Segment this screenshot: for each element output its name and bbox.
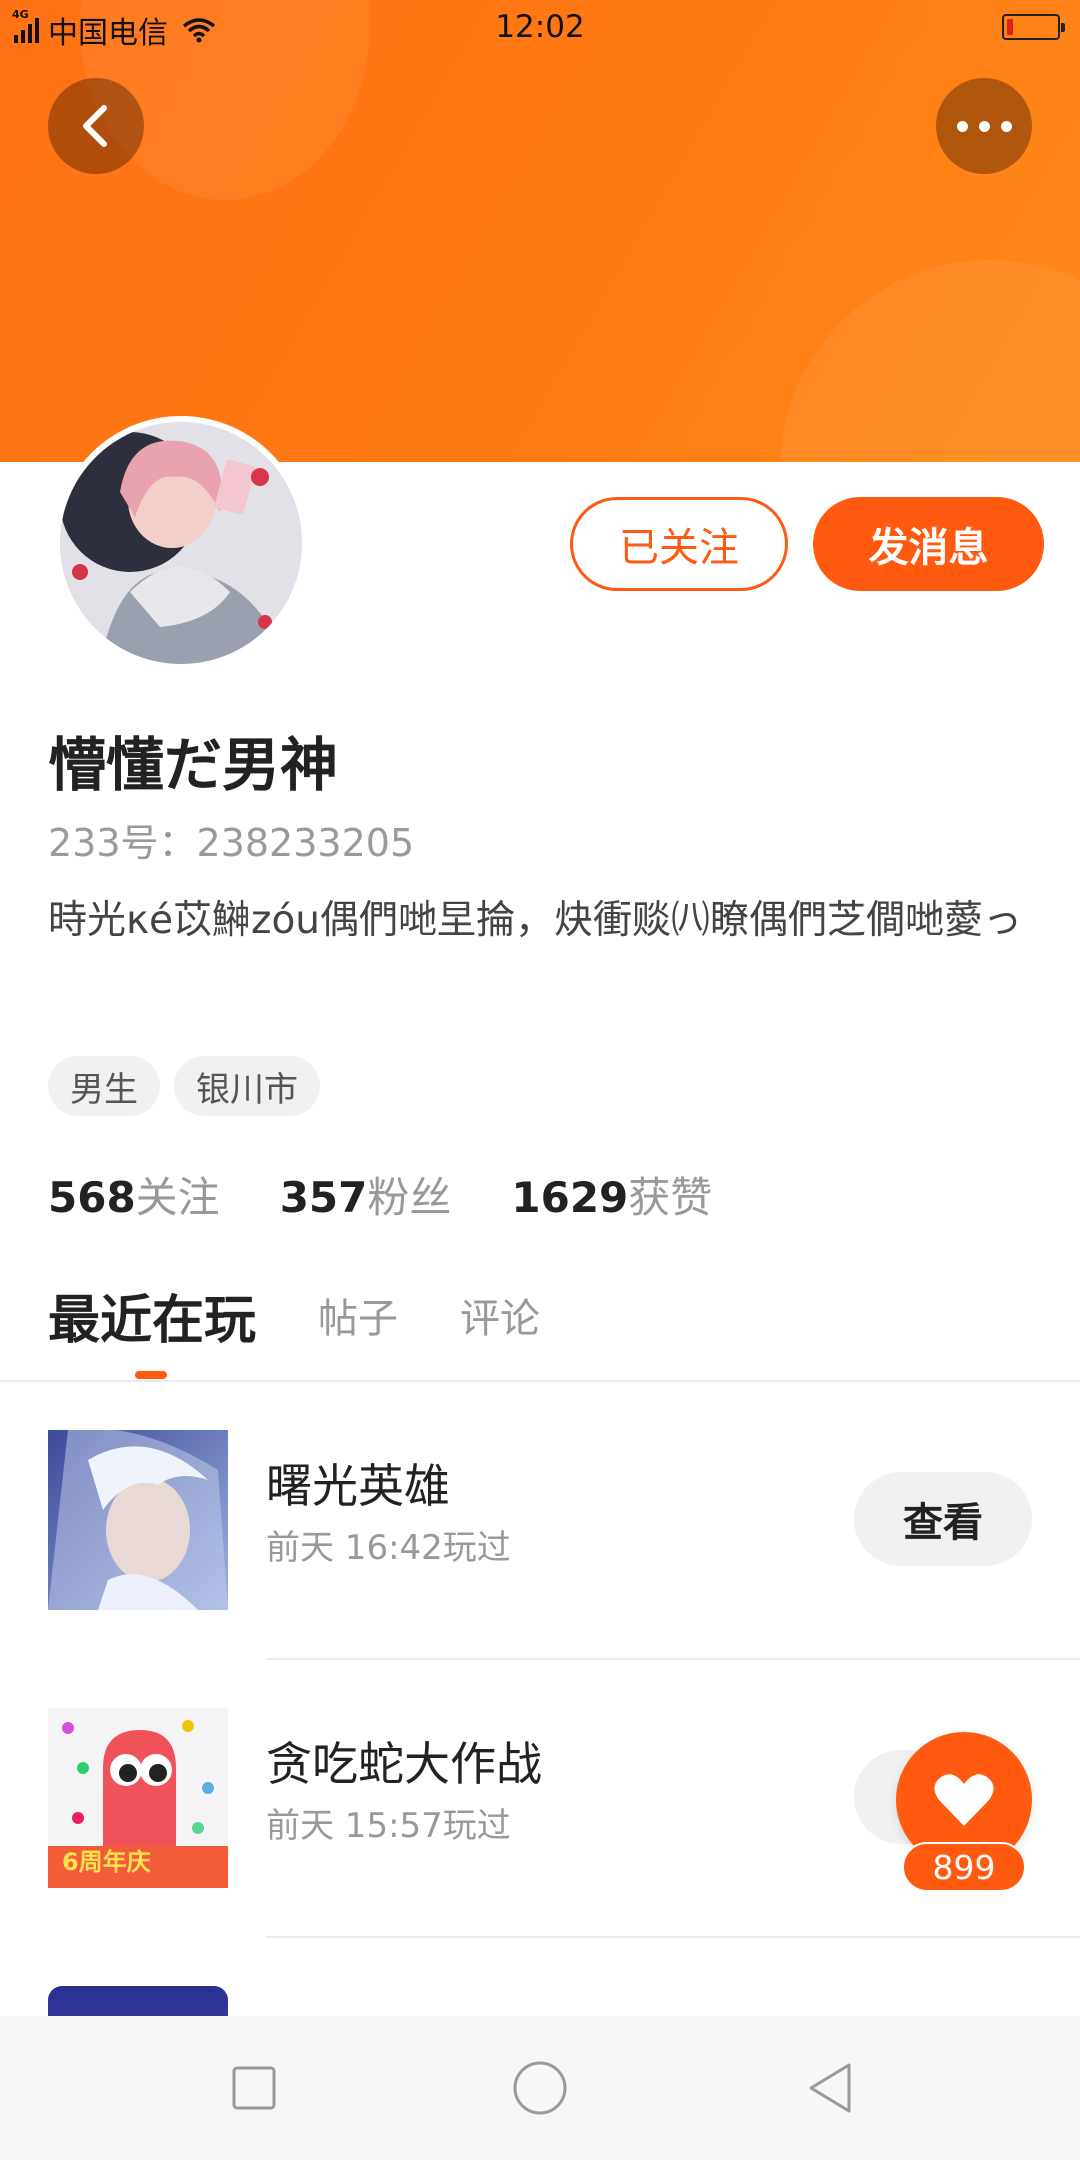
game-name: 曙光英雄 bbox=[266, 1459, 450, 1513]
gender-tag: 男生 bbox=[48, 1056, 160, 1116]
more-options-button[interactable] bbox=[936, 78, 1032, 174]
back-triangle-icon bbox=[809, 2063, 851, 2113]
tab-recently-played[interactable]: 最近在玩 bbox=[48, 1278, 256, 1353]
stat-value: 357 bbox=[279, 1173, 368, 1222]
game-name: 贪吃蛇大作战 bbox=[266, 1737, 542, 1791]
home-button[interactable] bbox=[508, 2056, 572, 2120]
active-tab-indicator bbox=[135, 1371, 167, 1379]
avatar-image bbox=[60, 422, 302, 664]
chevron-left-icon bbox=[83, 105, 107, 147]
clock: 12:02 bbox=[495, 9, 585, 45]
list-item[interactable]: 曙光英雄 前天 16:42玩过 查看 bbox=[0, 1382, 1080, 1660]
stat-value: 1629 bbox=[511, 1173, 629, 1222]
game-thumbnail bbox=[48, 1430, 228, 1610]
tab-posts[interactable]: 帖子 bbox=[318, 1286, 398, 1344]
stat-label: 粉丝 bbox=[367, 1173, 452, 1222]
battery-icon bbox=[1002, 14, 1065, 40]
header-decoration bbox=[780, 260, 1080, 462]
stat-label: 关注 bbox=[135, 1173, 220, 1222]
home-circle-icon bbox=[513, 2061, 567, 2115]
back-button[interactable] bbox=[48, 78, 144, 174]
recents-button[interactable] bbox=[222, 2056, 286, 2120]
stat-label: 获赞 bbox=[628, 1173, 713, 1222]
game-badge-text: 6周年庆 bbox=[62, 1848, 151, 1876]
send-message-button[interactable]: 发消息 bbox=[813, 497, 1044, 591]
more-dots-icon bbox=[956, 120, 1012, 132]
like-count: 899 bbox=[902, 1842, 1026, 1892]
battery-level bbox=[1007, 19, 1013, 35]
game-last-played: 前天 15:57玩过 bbox=[266, 1806, 511, 1846]
likes-stat[interactable]: 1629获赞 bbox=[511, 1164, 712, 1225]
profile-tags: 男生 银川市 bbox=[48, 1056, 320, 1116]
user-id: 233号：238233205 bbox=[48, 821, 415, 865]
tab-comments[interactable]: 评论 bbox=[460, 1286, 540, 1344]
heart-icon bbox=[934, 1774, 994, 1826]
user-bio: 時光κé苡鰰zóu偶們哋圼掄，炔衝赕㈧瞭偶們芝僴哋薆っ bbox=[48, 898, 1023, 943]
back-nav-button[interactable] bbox=[798, 2056, 862, 2120]
avatar[interactable] bbox=[54, 416, 308, 670]
followed-button[interactable]: 已关注 bbox=[570, 497, 788, 591]
following-stat[interactable]: 568关注 bbox=[48, 1164, 220, 1225]
status-bar: 4G 中国电信 12:02 bbox=[0, 0, 1080, 56]
view-game-button[interactable]: 查看 bbox=[854, 1472, 1032, 1566]
profile-tabs: 最近在玩 帖子 评论 bbox=[0, 1278, 1080, 1382]
followers-stat[interactable]: 357粉丝 bbox=[280, 1164, 452, 1225]
game-thumbnail: 6周年庆 bbox=[48, 1708, 228, 1888]
stat-value: 568 bbox=[48, 1173, 136, 1222]
recents-square-icon bbox=[232, 2066, 276, 2110]
location-tag: 银川市 bbox=[174, 1056, 320, 1116]
profile-stats: 568关注 357粉丝 1629获赞 bbox=[48, 1164, 772, 1225]
username: 懵懂だ男神 bbox=[48, 731, 339, 799]
system-nav-bar bbox=[0, 2016, 1080, 2160]
profile-header-banner bbox=[0, 0, 1080, 462]
game-last-played: 前天 16:42玩过 bbox=[266, 1528, 511, 1568]
